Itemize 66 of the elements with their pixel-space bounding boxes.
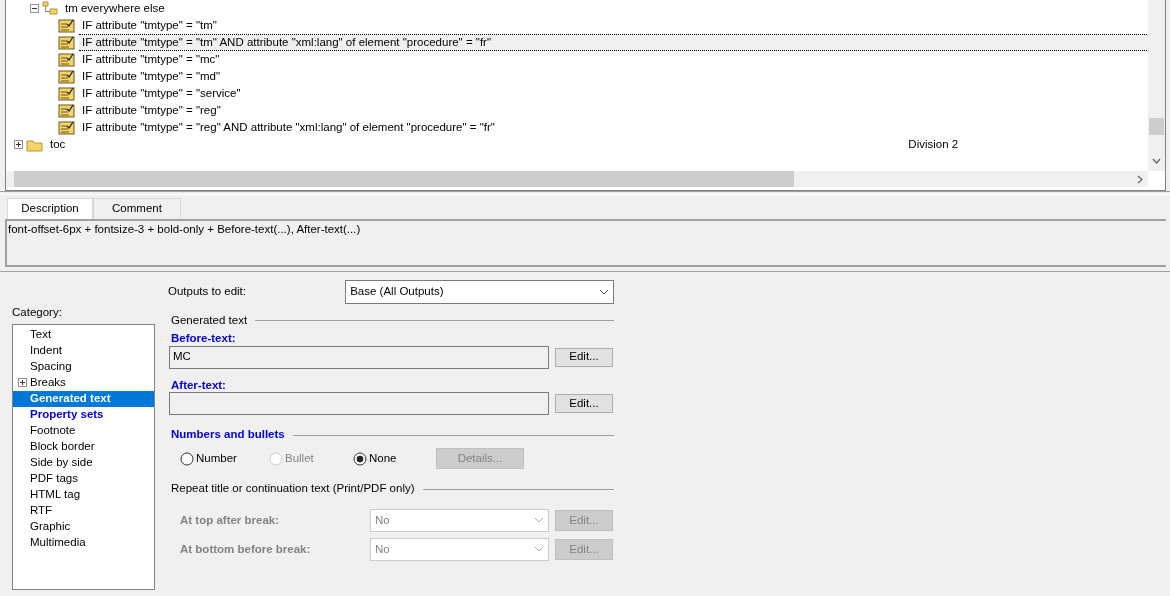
category-item[interactable]: Block border xyxy=(13,438,154,455)
section-heading: Numbers and bullets xyxy=(171,428,285,443)
vertical-scrollbar[interactable] xyxy=(1148,0,1165,171)
field-label: After-text: xyxy=(171,378,226,391)
radio-button[interactable] xyxy=(180,451,194,466)
radio-button[interactable] xyxy=(353,451,367,466)
category-item[interactable]: Side by side xyxy=(13,454,154,471)
category-item[interactable]: Spacing xyxy=(13,358,154,375)
tree-cell: Division 2 xyxy=(908,137,959,152)
text-field[interactable] xyxy=(169,392,549,416)
outputs-dropdown[interactable]: Base (All Outputs) xyxy=(345,280,614,304)
condition-icon xyxy=(58,51,75,68)
category-item[interactable]: Multimedia xyxy=(13,534,154,551)
tree-item[interactable]: IF attribute "tmtype" = "reg" AND attribute "xml:lang" of element "procedure" = "fr" xyxy=(79,118,498,137)
section-heading: Repeat title or continuation text (Print/PDF only) xyxy=(171,482,415,496)
condition-icon xyxy=(58,68,75,85)
outputs-label: Outputs to edit: xyxy=(168,285,247,299)
field-label: Before-text: xyxy=(171,331,236,344)
condition-icon xyxy=(58,17,75,34)
expand-icon[interactable] xyxy=(18,378,27,388)
tree-item[interactable]: tm everywhere else xyxy=(62,0,168,18)
radio-label: Number xyxy=(196,451,237,466)
field-label: At bottom before break: xyxy=(180,542,312,557)
tree-item[interactable]: IF attribute "tmtype" = "md" xyxy=(79,67,224,86)
radio-label: Bullet xyxy=(285,451,314,466)
edit-button[interactable]: Edit... xyxy=(555,394,613,414)
tab[interactable]: Description xyxy=(7,198,93,219)
category-item[interactable]: Text xyxy=(13,326,154,343)
category-list[interactable]: Text Indent Spacing Breaks Generated text Property sets Footnote Block border Side by side PDF tags HTML tag RTF Graphic Multimedia xyxy=(12,323,155,590)
description-text: font-offset-6px + fontsize-3 + bold-only + Before-text(...), After-text(...) xyxy=(8,223,361,235)
horizontal-scrollbar[interactable] xyxy=(6,171,1148,187)
condition-icon xyxy=(58,102,75,119)
edit-button[interactable]: Edit... xyxy=(555,347,613,367)
condition-icon xyxy=(58,119,75,136)
category-label: Category: xyxy=(12,306,63,320)
description-box[interactable]: font-offset-6px + fontsize-3 + bold-only + Before-text(...), After-text(...) xyxy=(5,219,1166,267)
scrollbar-thumb[interactable] xyxy=(14,171,794,187)
tree-item[interactable]: IF attribute "tmtype" = "service" xyxy=(79,84,244,103)
expand-icon[interactable] xyxy=(14,140,23,149)
category-item[interactable]: Footnote xyxy=(13,422,154,439)
category-item[interactable]: Graphic xyxy=(13,518,154,535)
text-field[interactable]: MC xyxy=(169,345,549,369)
tree-item[interactable]: IF attribute "tmtype" = "tm" xyxy=(79,16,220,35)
collapse-icon[interactable] xyxy=(30,4,39,13)
category-item[interactable]: Indent xyxy=(13,342,154,359)
category-item[interactable]: Generated text xyxy=(13,390,154,407)
condition-icon xyxy=(58,34,75,51)
category-item[interactable]: PDF tags xyxy=(13,470,154,487)
category-item[interactable]: Property sets xyxy=(13,406,154,423)
condition-icon xyxy=(58,85,75,102)
tree-item[interactable]: IF attribute "tmtype" = "mc" xyxy=(79,50,223,69)
tree-item[interactable]: IF attribute "tmtype" = "reg" xyxy=(79,101,224,120)
radio-label: None xyxy=(369,451,397,466)
chevron-down-icon xyxy=(534,546,544,553)
field-label: At top after break: xyxy=(180,513,281,528)
scroll-right-icon[interactable] xyxy=(1137,175,1143,184)
tree-item[interactable]: toc xyxy=(47,135,69,153)
scroll-down-icon[interactable] xyxy=(1152,158,1161,164)
section-heading: Generated text xyxy=(171,314,248,328)
scrollbar-thumb[interactable] xyxy=(1149,118,1164,135)
chevron-down-icon xyxy=(599,289,609,295)
tab[interactable]: Comment xyxy=(93,198,181,219)
category-item[interactable]: HTML tag xyxy=(13,486,154,503)
category-item[interactable]: RTF xyxy=(13,502,154,519)
chevron-down-icon xyxy=(534,517,544,524)
category-item-label[interactable]: Breaks xyxy=(30,375,66,390)
